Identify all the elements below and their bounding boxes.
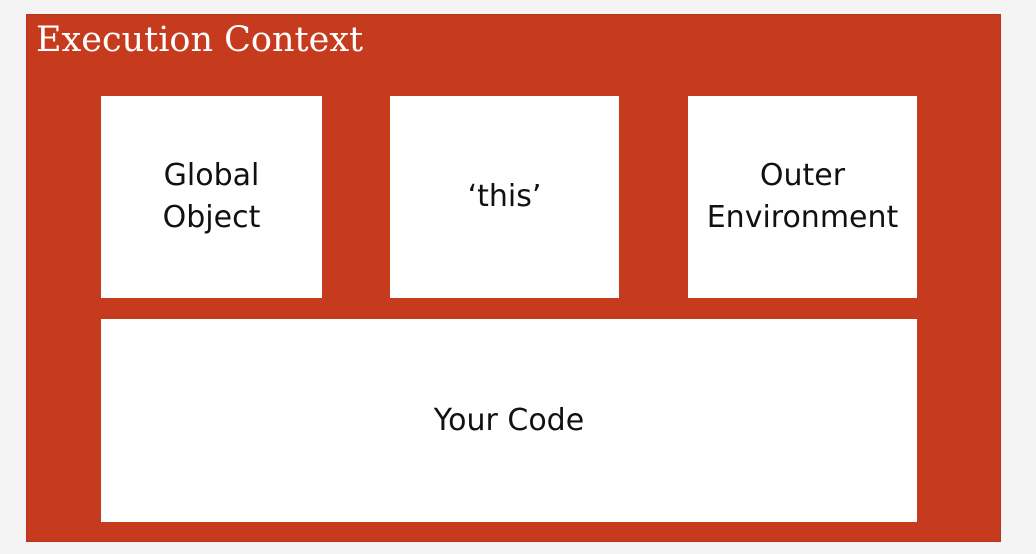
outer-environment-label: Outer Environment [706, 158, 899, 235]
global-object-label: Global Object [162, 158, 261, 235]
outer-environment-box: Outer Environment [688, 96, 917, 298]
your-code-label: Your Code [433, 402, 585, 438]
execution-context-frame: Execution Context Global Object ‘this’ O… [27, 15, 1000, 541]
this-box: ‘this’ [390, 96, 619, 298]
diagram-title: Execution Context [36, 20, 364, 60]
this-label: ‘this’ [467, 179, 542, 214]
your-code-box: Your Code [101, 319, 917, 522]
global-object-box: Global Object [101, 96, 322, 298]
